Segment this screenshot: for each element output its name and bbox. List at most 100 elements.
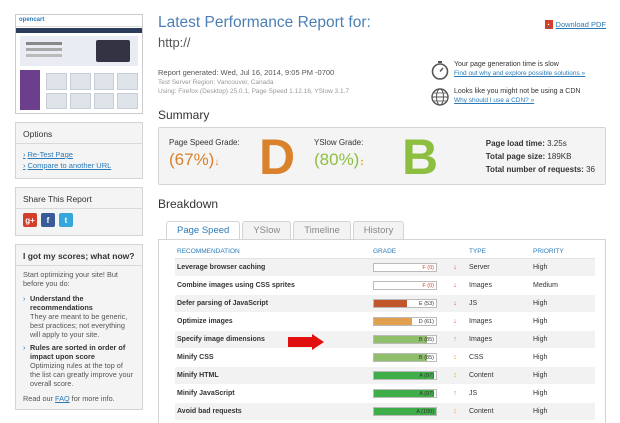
google-plus-icon[interactable]: g+ bbox=[23, 213, 37, 227]
cdn-link[interactable]: Why should I use a CDN? » bbox=[454, 96, 580, 105]
trend-icon: ↑ bbox=[443, 384, 467, 403]
priority-cell: High bbox=[531, 294, 595, 313]
recommendation-cell[interactable]: Combine images using CSS sprites bbox=[175, 276, 371, 295]
col-type[interactable]: TYPE bbox=[467, 245, 531, 259]
compare-url-link[interactable]: › Compare to another URL bbox=[23, 161, 135, 170]
priority-cell: High bbox=[531, 366, 595, 385]
table-row[interactable]: Leverage browser caching F (0) ↓ Server High bbox=[175, 258, 595, 277]
type-cell: Content bbox=[467, 402, 531, 421]
recommendation-cell[interactable]: Optimize images bbox=[175, 312, 371, 331]
trend-icon: ↕ bbox=[443, 348, 467, 367]
recommendation-cell[interactable]: Avoid bad requests bbox=[175, 402, 371, 421]
grade-bar-label: B (85) bbox=[419, 355, 434, 361]
download-pdf-link[interactable]: ▪ Download PDF bbox=[544, 20, 606, 29]
total-page-size: Total page size: 189KB bbox=[485, 152, 572, 161]
retest-page-link[interactable]: › Re-Test Page bbox=[23, 150, 135, 159]
trend-icon: ↓ bbox=[443, 276, 467, 295]
table-row[interactable]: Minify CSS B (85) ↕ CSS High bbox=[175, 348, 595, 367]
trend-icon: ↓ bbox=[443, 312, 467, 331]
grade-bar: B (85) bbox=[373, 335, 437, 344]
grade-bar-label: D (61) bbox=[418, 319, 434, 325]
tab-timeline[interactable]: Timeline bbox=[293, 221, 351, 239]
left-sidebar: opencart Options › Re-Test Page › Compare … bbox=[15, 14, 143, 410]
recommendation-cell[interactable]: Minify CSS bbox=[175, 348, 371, 367]
grade-cell: A (97) bbox=[371, 366, 443, 385]
faq-link[interactable]: FAQ bbox=[55, 394, 70, 403]
twitter-icon[interactable]: t bbox=[59, 213, 73, 227]
scores-help-panel: I got my scores; what now? Start optimiz… bbox=[15, 244, 143, 410]
pagespeed-grade-percent: (67%)↓ bbox=[169, 150, 220, 169]
type-cell: Content bbox=[467, 366, 531, 385]
priority-cell: High bbox=[531, 312, 595, 331]
recommendation-cell[interactable]: Defer parsing of JavaScript bbox=[175, 294, 371, 313]
breakdown-tabs: Page Speed YSlow Timeline History bbox=[166, 221, 606, 239]
summary-panel: Page Speed Grade: (67%)↓ D YSlow Grade: … bbox=[158, 127, 606, 185]
grade-bar: F (0) bbox=[373, 281, 437, 290]
col-grade[interactable]: GRADE bbox=[371, 245, 443, 259]
grade-bar-label: B (85) bbox=[419, 337, 434, 343]
grade-bar-fill bbox=[374, 300, 407, 307]
recommendation-cell[interactable]: Minify HTML bbox=[175, 366, 371, 385]
grade-bar-fill bbox=[374, 318, 412, 325]
grade-bar: D (61) bbox=[373, 317, 437, 326]
priority-cell: High bbox=[531, 330, 595, 349]
chevron-right-icon: › bbox=[23, 161, 26, 170]
main-content: Latest Performance Report for: http:// ▪… bbox=[158, 14, 606, 423]
grade-bar-label: E (53) bbox=[419, 301, 434, 307]
grade-bar: B (85) bbox=[373, 353, 437, 362]
table-row[interactable]: Defer parsing of JavaScript E (53) ↓ JS High bbox=[175, 294, 595, 313]
table-row[interactable]: Minify JavaScript A (97) ↑ JS High bbox=[175, 384, 595, 403]
page-title: Latest Performance Report for: bbox=[158, 14, 371, 31]
table-row[interactable]: Avoid bad requests A (100) ↕ Content High bbox=[175, 402, 595, 421]
grade-bar-label: A (97) bbox=[419, 373, 434, 379]
recommendations-table: RECOMMENDATION GRADE TYPE PRIORITY Lever… bbox=[175, 245, 595, 421]
recommendation-cell[interactable]: Leverage browser caching bbox=[175, 258, 371, 277]
grade-cell: D (61) bbox=[371, 312, 443, 331]
yslow-grade-letter: B bbox=[402, 129, 439, 185]
recommendation-cell[interactable]: Minify JavaScript bbox=[175, 384, 371, 403]
grade-bar: F (0) bbox=[373, 263, 437, 272]
recommendation-cell[interactable]: Specify image dimensions bbox=[175, 330, 371, 349]
trend-icon: ↓ bbox=[443, 294, 467, 313]
share-title: Share This Report bbox=[16, 188, 142, 209]
facebook-icon[interactable]: f bbox=[41, 213, 55, 227]
total-requests: Total number of requests: 36 bbox=[485, 165, 595, 174]
breakdown-heading: Breakdown bbox=[158, 197, 219, 211]
pdf-icon: ▪ bbox=[544, 20, 553, 29]
breakdown-panel: RECOMMENDATION GRADE TYPE PRIORITY Lever… bbox=[158, 239, 606, 423]
notice-slow-generation: Your page generation time is slow Find o… bbox=[430, 60, 606, 80]
stopwatch-icon bbox=[431, 61, 449, 80]
table-row[interactable]: Optimize images D (61) ↓ Images High bbox=[175, 312, 595, 331]
priority-cell: High bbox=[531, 384, 595, 403]
chevron-right-icon: › bbox=[23, 343, 26, 352]
table-row[interactable]: Specify image dimensions B (85) ↑ Images Hig… bbox=[175, 330, 595, 349]
type-cell: Images bbox=[467, 312, 531, 331]
site-thumbnail: opencart bbox=[15, 14, 143, 114]
options-title: Options bbox=[16, 123, 142, 144]
tab-page-speed[interactable]: Page Speed bbox=[166, 221, 241, 239]
type-cell: JS bbox=[467, 294, 531, 313]
type-cell: Server bbox=[467, 258, 531, 277]
chevron-right-icon: › bbox=[23, 150, 26, 159]
col-recommendation[interactable]: RECOMMENDATION bbox=[175, 245, 371, 259]
grade-bar-label: A (97) bbox=[419, 391, 434, 397]
type-cell: Images bbox=[467, 330, 531, 349]
scores-help-item: › Rules are sorted in order of impact up… bbox=[23, 343, 134, 388]
table-row[interactable]: Minify HTML A (97) ↕ Content High bbox=[175, 366, 595, 385]
grade-cell: A (97) bbox=[371, 384, 443, 403]
type-cell: Images bbox=[467, 276, 531, 295]
tab-yslow[interactable]: YSlow bbox=[242, 221, 292, 239]
grade-cell: F (0) bbox=[371, 276, 443, 295]
thumbnail-logo: opencart bbox=[16, 15, 142, 27]
tab-history[interactable]: History bbox=[352, 221, 405, 239]
table-row[interactable]: Combine images using CSS sprites F (0) ↓ Im… bbox=[175, 276, 595, 295]
grade-bar: A (97) bbox=[373, 371, 437, 380]
col-priority[interactable]: PRIORITY bbox=[531, 245, 595, 259]
globe-icon bbox=[431, 88, 449, 106]
grade-bar-label: F (0) bbox=[422, 283, 434, 289]
grade-cell: B (85) bbox=[371, 348, 443, 367]
scores-help-intro: Start optimizing your site! But before y… bbox=[23, 270, 118, 288]
slow-generation-link[interactable]: Find out why and explore possible soluti… bbox=[454, 69, 585, 78]
type-cell: JS bbox=[467, 384, 531, 403]
grade-cell: F (0) bbox=[371, 258, 443, 277]
